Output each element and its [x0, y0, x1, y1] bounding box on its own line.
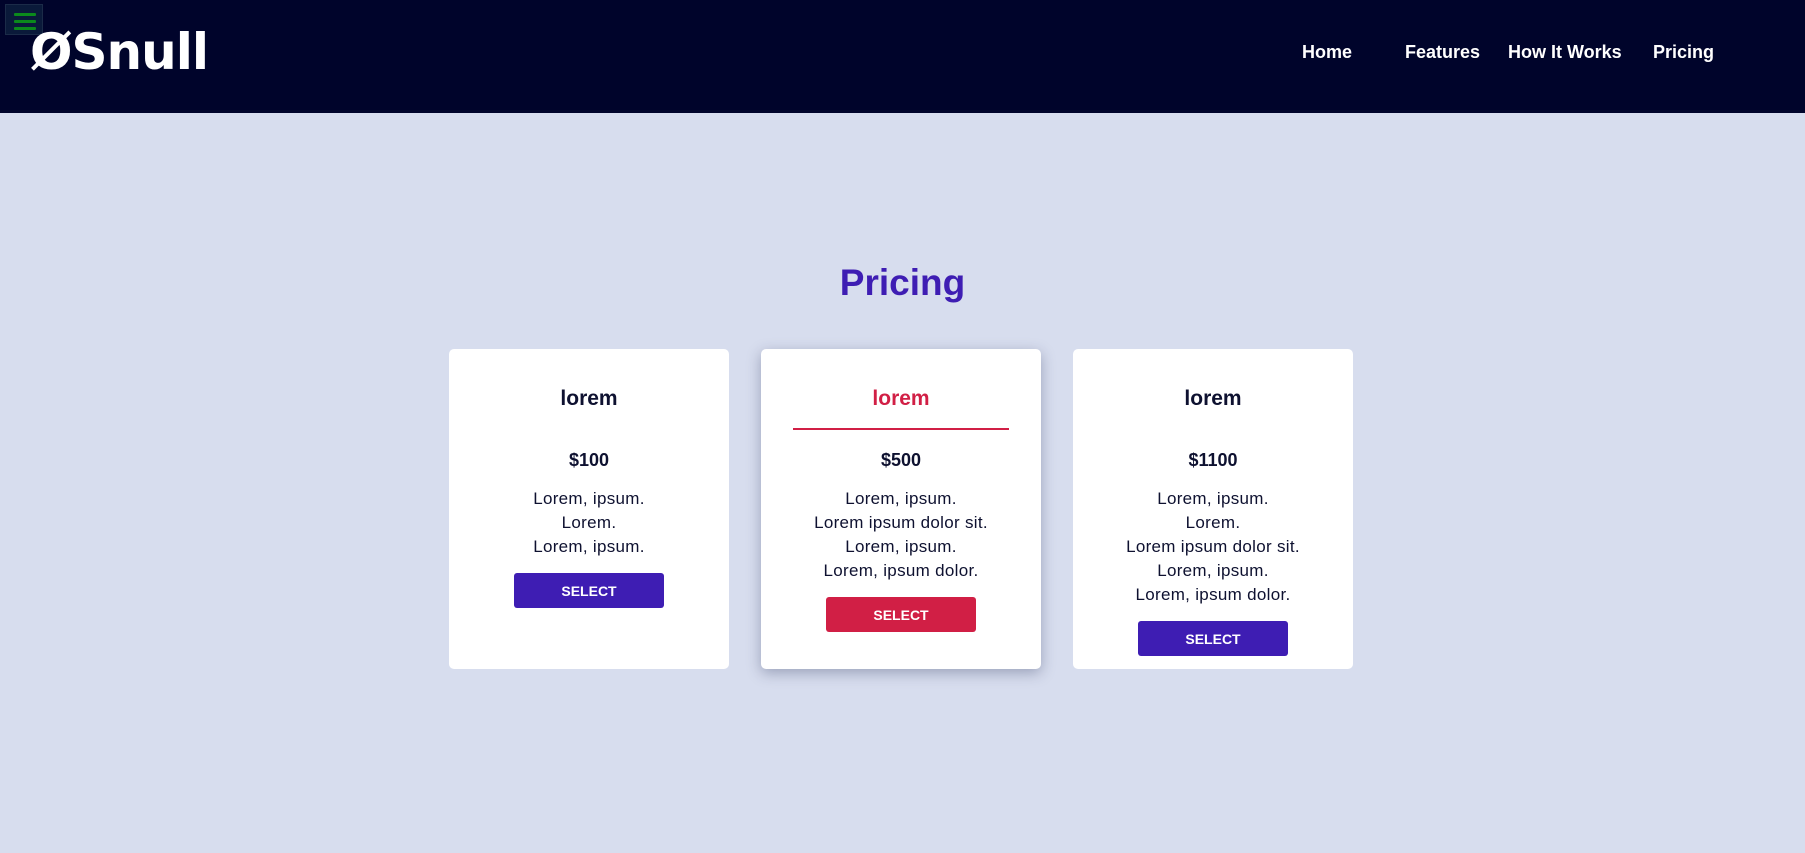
menu-bar: [14, 13, 36, 16]
featured-divider: [793, 428, 1009, 430]
plan-price: $1100: [1188, 450, 1238, 470]
nav-link-features[interactable]: Features: [1405, 40, 1480, 64]
nav-link-home[interactable]: Home: [1302, 40, 1352, 64]
plan-feature: Lorem, ipsum.: [845, 489, 957, 508]
pricing-card-featured: lorem $500 Lorem, ipsum. Lorem ipsum dol…: [761, 349, 1041, 669]
select-plan-button[interactable]: SELECT: [514, 573, 664, 608]
plan-features: Lorem, ipsum. Lorem ipsum dolor sit. Lor…: [761, 487, 1041, 583]
plan-features: Lorem, ipsum. Lorem. Lorem, ipsum.: [449, 487, 729, 559]
plan-feature: Lorem, ipsum.: [533, 537, 645, 556]
plan-name: lorem: [1184, 387, 1242, 410]
plan-features: Lorem, ipsum. Lorem. Lorem ipsum dolor s…: [1073, 487, 1353, 607]
pricing-card: lorem $1100 Lorem, ipsum. Lorem. Lorem i…: [1073, 349, 1353, 669]
nav-link-pricing[interactable]: Pricing: [1653, 40, 1714, 64]
plan-feature: Lorem, ipsum.: [533, 489, 645, 508]
plan-name: lorem: [872, 387, 930, 410]
nav-link-how-it-works[interactable]: How It Works: [1508, 40, 1622, 64]
site-logo[interactable]: ØSnull: [30, 22, 209, 82]
plan-feature: Lorem ipsum dolor sit.: [814, 513, 988, 532]
plan-feature: Lorem, ipsum.: [1157, 489, 1269, 508]
plan-name: lorem: [560, 387, 618, 410]
plan-feature: Lorem, ipsum dolor.: [1135, 585, 1291, 604]
plan-price: $100: [568, 450, 610, 470]
select-plan-button[interactable]: SELECT: [826, 597, 976, 632]
plan-feature: Lorem, ipsum.: [845, 537, 957, 556]
pricing-card: lorem $100 Lorem, ipsum. Lorem. Lorem, i…: [449, 349, 729, 669]
plan-feature: Lorem, ipsum.: [1157, 561, 1269, 580]
plan-feature: Lorem.: [1185, 513, 1241, 532]
pricing-title: Pricing: [839, 262, 966, 303]
site-header: ØSnull Home Features How It Works Pricin…: [0, 0, 1805, 113]
plan-feature: Lorem ipsum dolor sit.: [1126, 537, 1300, 556]
plan-feature: Lorem.: [561, 513, 617, 532]
plan-feature: Lorem, ipsum dolor.: [823, 561, 979, 580]
plan-price: $500: [880, 450, 922, 470]
select-plan-button[interactable]: SELECT: [1138, 621, 1288, 656]
